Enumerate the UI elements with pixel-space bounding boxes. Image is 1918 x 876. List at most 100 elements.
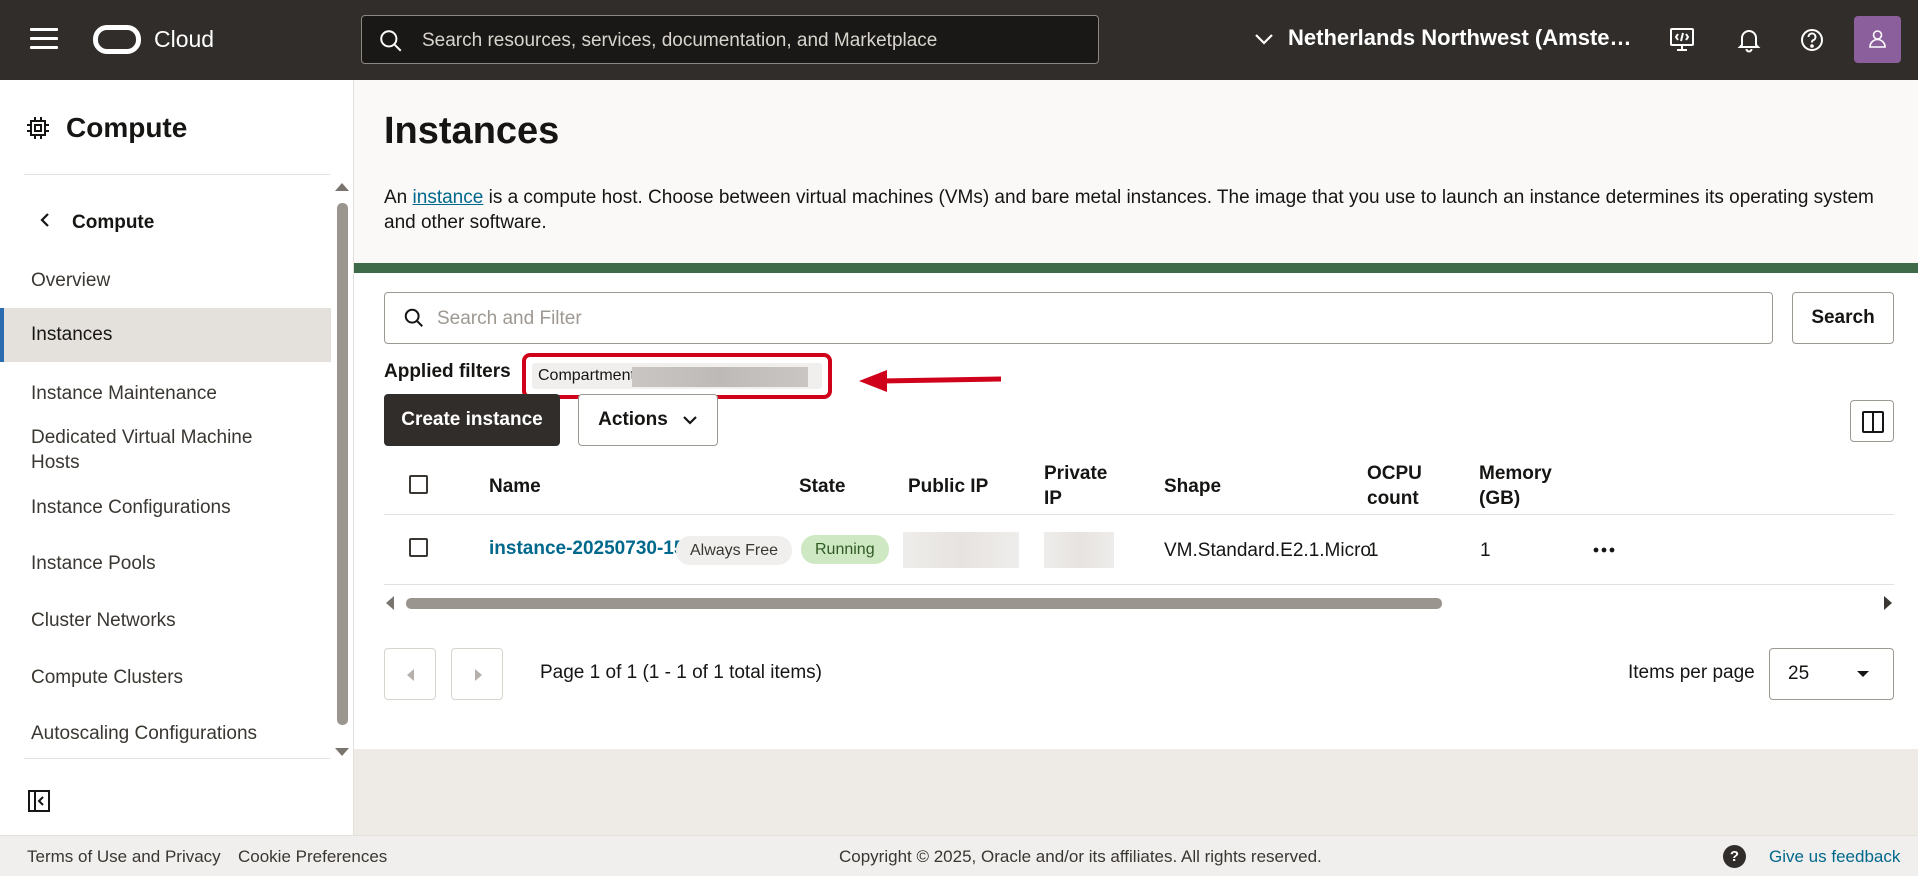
decorative-banner [354,263,1918,273]
filter-search-input[interactable]: Search and Filter [384,292,1773,344]
user-avatar[interactable] [1854,16,1901,63]
footer: Terms of Use and Privacy Cookie Preferen… [0,835,1918,876]
col-header-private-ip[interactable]: Private IP [1044,461,1107,511]
feedback-help-icon[interactable]: ? [1723,845,1746,868]
instances-panel: Search and Filter Search Applied filters… [354,273,1918,749]
sidebar-back-link[interactable]: Compute [40,212,154,234]
desc-suffix: is a compute host. Choose between virtua… [384,187,1874,233]
items-per-page-select[interactable]: 25 [1769,648,1894,700]
sidebar-item-instance-pools[interactable]: Instance Pools [0,551,331,576]
col-header-ocpu-line1: OCPU [1367,463,1422,484]
sidebar-item-instances[interactable]: Instances [0,308,331,362]
global-search-placeholder: Search resources, services, documentatio… [422,30,938,51]
table-horizontal-scrollbar[interactable] [384,594,1894,612]
oracle-logo-icon[interactable] [93,25,141,54]
sidebar-item-dedicated-vm-hosts[interactable]: Dedicated Virtual Machine Hosts [0,425,300,475]
filter-search-placeholder: Search and Filter [437,308,582,329]
chevron-left-icon [407,669,414,681]
sidebar-item-instance-configurations[interactable]: Instance Configurations [0,495,331,520]
cloud-shell-icon[interactable] [1668,26,1696,54]
col-header-memory[interactable]: Memory (GB) [1479,461,1552,511]
row-separator [384,584,1894,585]
sidebar-item-compute-clusters[interactable]: Compute Clusters [0,665,331,690]
menu-icon[interactable] [30,28,58,52]
col-header-public-ip[interactable]: Public IP [908,474,988,499]
state-running-badge: Running [801,535,889,564]
actions-label: Actions [598,409,668,430]
shape-value: VM.Standard.E2.1.Micro [1164,540,1371,561]
feedback-link[interactable]: Give us feedback [1769,847,1900,867]
redacted-private-ip [1044,532,1114,568]
search-icon [380,30,402,52]
sidebar: Compute Compute Overview Instances Insta… [0,80,354,835]
terms-link[interactable]: Terms of Use and Privacy [27,847,221,867]
collapse-sidebar-icon[interactable] [28,790,50,812]
items-per-page-value: 25 [1788,663,1810,684]
help-icon[interactable] [1798,26,1826,54]
desc-prefix: An [384,187,413,208]
chevron-down-icon [683,416,697,425]
col-header-state[interactable]: State [799,474,845,499]
actions-dropdown-button[interactable]: Actions [578,394,718,446]
col-header-memory-line1: Memory [1479,463,1552,484]
notification-bell-icon[interactable] [1735,26,1763,54]
scroll-left-icon [386,596,394,610]
instance-name-link[interactable]: instance-20250730-1556 [489,536,706,561]
column-settings-button[interactable] [1850,400,1894,442]
search-button[interactable]: Search [1792,292,1894,344]
columns-icon [1862,411,1884,433]
next-page-button[interactable] [451,648,503,700]
sidebar-item-instance-maintenance[interactable]: Instance Maintenance [0,381,331,406]
col-header-name[interactable]: Name [489,474,541,499]
sidebar-item-autoscaling-configurations[interactable]: Autoscaling Configurations [0,721,331,746]
create-instance-button[interactable]: Create instance [384,394,560,446]
redacted-compartment-value [632,367,808,387]
top-bar: Cloud Search resources, services, docume… [0,0,1918,80]
previous-page-button[interactable] [384,648,436,700]
compute-chip-icon [27,117,49,139]
scroll-right-icon [1884,596,1892,610]
sidebar-divider-bottom [24,758,330,759]
brand-label[interactable]: Cloud [154,26,214,53]
region-selector[interactable]: Netherlands Northwest (Amste… [1254,25,1632,51]
user-icon [1869,30,1886,48]
sidebar-title-label: Compute [66,112,188,143]
chevron-right-icon [475,669,482,681]
col-header-shape[interactable]: Shape [1164,474,1221,499]
col-header-memory-line2: (GB) [1479,488,1521,509]
page-description: An instance is a compute host. Choose be… [384,185,1894,235]
row-select-checkbox[interactable] [409,538,428,557]
always-free-badge: Always Free [676,536,793,565]
applied-filters-label: Applied filters [384,361,511,382]
global-search-input[interactable]: Search resources, services, documentatio… [361,15,1099,64]
main-content: Instances An instance is a compute host.… [354,80,1918,835]
copyright-text: Copyright © 2025, Oracle and/or its affi… [839,847,1322,866]
sidebar-divider [24,174,330,175]
annotation-arrow-icon [859,370,1002,392]
ocpu-value: 1 [1368,540,1379,561]
chevron-down-icon [1255,34,1273,45]
sidebar-item-overview[interactable]: Overview [0,268,331,293]
table-scroll-thumb[interactable] [406,598,1442,609]
caret-down-icon [1857,671,1869,677]
col-header-ocpu-line2: count [1367,488,1419,509]
filter-chip-highlight: Compartment [522,353,832,399]
select-all-checkbox[interactable] [409,475,428,494]
sidebar-item-cluster-networks[interactable]: Cluster Networks [0,608,331,633]
scroll-down-icon [335,748,349,756]
region-label: Netherlands Northwest (Amste… [1288,25,1632,50]
scroll-up-icon [335,183,349,191]
sidebar-back-label: Compute [72,212,155,233]
col-header-private-ip-line1: Private [1044,463,1108,484]
header-separator [384,514,1894,515]
page-title: Instances [384,110,560,152]
sidebar-scroll-thumb[interactable] [337,203,348,725]
cookie-preferences-link[interactable]: Cookie Preferences [238,847,387,867]
row-actions-kebab-icon[interactable] [1593,547,1615,553]
sidebar-title: Compute [26,112,187,144]
items-per-page-label: Items per page [1628,662,1755,683]
pagination-summary: Page 1 of 1 (1 - 1 of 1 total items) [540,662,822,683]
instance-doc-link[interactable]: instance [413,187,484,208]
compartment-filter-chip[interactable]: Compartment [532,363,822,389]
col-header-ocpu-count[interactable]: OCPU count [1367,461,1422,511]
